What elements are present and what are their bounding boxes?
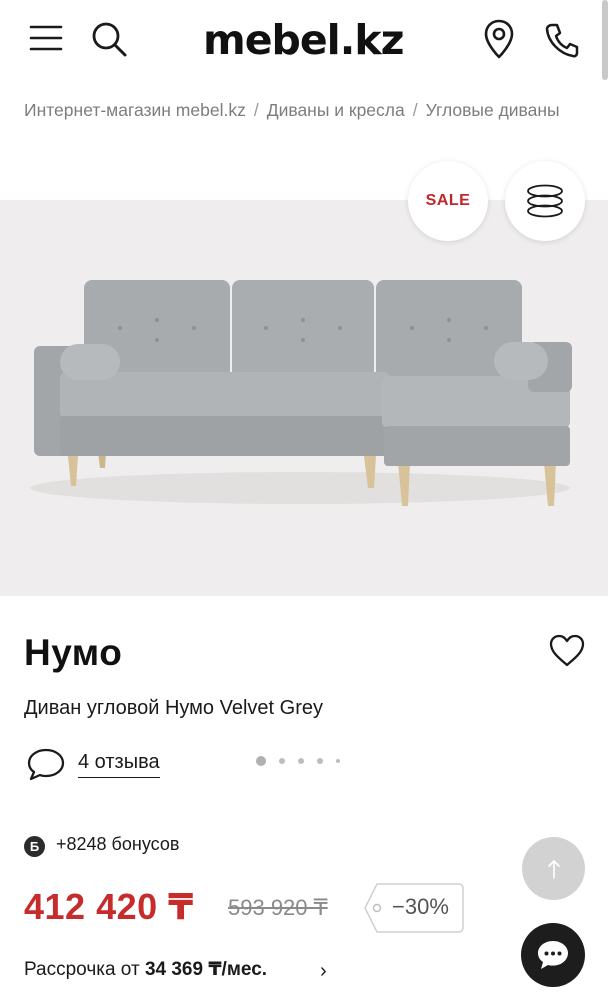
pagination-dot[interactable] xyxy=(279,758,285,764)
sale-badge-label: SALE xyxy=(425,192,471,209)
discount-percent: −30% xyxy=(392,894,449,919)
product-gallery[interactable] xyxy=(0,200,608,766)
breadcrumb: Интернет-магазин mebel.kz / Диваны и кресл… xyxy=(24,100,608,121)
reviews-link[interactable]: 4 отзыва xyxy=(78,751,160,778)
heart-icon xyxy=(549,634,585,667)
pagination-dot[interactable] xyxy=(317,758,323,764)
phone-icon[interactable] xyxy=(542,20,580,60)
installment-amount: 34 369 ₸/мес. xyxy=(144,959,268,980)
breadcrumb-separator: / xyxy=(253,100,259,120)
current-price: 412 420 ₸ xyxy=(24,886,194,927)
chat-button[interactable] xyxy=(521,923,585,987)
product-image xyxy=(30,280,572,506)
breadcrumb-item-sofas[interactable]: Диваны и кресла xyxy=(267,100,405,120)
breadcrumb-separator: / xyxy=(412,100,418,120)
site-logo[interactable]: mebel.kz xyxy=(203,16,404,64)
breadcrumb-item-home[interactable]: Интернет-магазин mebel.kz xyxy=(24,100,246,120)
location-pin-icon[interactable] xyxy=(480,18,518,60)
installment-link[interactable]: Рассрочка от 34 369 ₸/мес. xyxy=(24,958,267,981)
scroll-to-top-button[interactable] xyxy=(522,837,585,900)
chevron-right-icon[interactable]: › xyxy=(320,960,327,983)
bonus-points: +8248 бонусов xyxy=(56,834,180,854)
chat-icon xyxy=(538,941,568,969)
pagination-dot[interactable] xyxy=(336,759,340,763)
sale-badge: SALE xyxy=(408,161,488,241)
favorite-button[interactable] xyxy=(548,634,586,673)
product-title: Нумо xyxy=(24,632,123,673)
installment-prefix: Рассрочка от xyxy=(24,959,140,980)
pagination-dot-active[interactable] xyxy=(256,756,266,766)
bonus-icon: Б xyxy=(24,836,45,857)
pagination-dot[interactable] xyxy=(298,758,304,764)
product-subtitle: Диван угловой Нумо Velvet Grey xyxy=(24,697,323,719)
view-3d-button[interactable] xyxy=(505,161,585,241)
search-icon[interactable] xyxy=(88,18,130,60)
old-price: 593 920 ₸ xyxy=(228,895,328,920)
scrollbar[interactable] xyxy=(602,0,608,80)
breadcrumb-item-corner-sofas[interactable]: Угловые диваны xyxy=(426,100,560,120)
gallery-pagination xyxy=(256,756,340,766)
stack-3d-icon xyxy=(527,184,563,218)
menu-icon[interactable] xyxy=(28,22,64,54)
chat-bubble-icon[interactable] xyxy=(26,746,66,787)
site-header: mebel.kz xyxy=(0,0,608,82)
arrow-up-icon xyxy=(547,859,560,879)
